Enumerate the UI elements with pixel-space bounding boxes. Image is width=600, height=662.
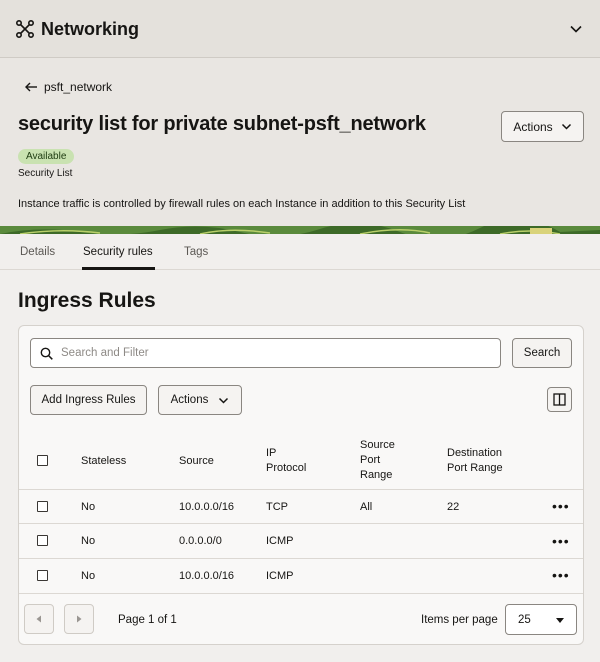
resource-type-label: Security List [18,168,73,179]
status-badge: Available [18,149,75,164]
network-icon [16,20,34,38]
search-button[interactable]: Search [512,338,572,368]
service-header: Networking [0,0,600,58]
search-icon [40,347,53,360]
cell-stateless: No [81,570,96,582]
breadcrumb-back-link[interactable]: psft_network [24,80,112,94]
header-line: Source [360,439,395,451]
table-actions-button[interactable]: Actions [158,385,242,415]
row-checkbox[interactable] [37,570,48,581]
info-note: Instance traffic is controlled by firewa… [18,198,466,210]
row-divider [19,523,583,524]
next-page-button[interactable] [64,604,94,634]
column-header-ip-protocol[interactable]: IP Protocol [266,446,306,476]
add-ingress-rules-button[interactable]: Add Ingress Rules [30,385,147,415]
cell-dest-port: 22 [447,501,460,513]
row-menu-icon[interactable]: ••• [552,568,569,582]
header-line: Range [360,469,393,481]
header-actions-label: Actions [513,119,553,134]
active-tab-indicator [82,267,155,270]
header-line: Protocol [266,462,307,474]
chevron-down-icon[interactable] [569,22,583,36]
decorative-leaf-banner [0,226,600,234]
row-checkbox[interactable] [37,535,48,546]
cell-stateless: No [81,501,96,513]
header-line: Port [360,454,381,466]
header-actions-button[interactable]: Actions [501,111,584,142]
tab-security-rules[interactable]: Security rules [83,246,153,258]
chevron-right-icon [77,615,82,623]
items-per-page-label: Items per page [421,614,498,626]
cell-source: 10.0.0.0/16 [179,570,235,582]
items-per-page-select[interactable]: 25 [505,604,577,635]
columns-icon [553,393,566,406]
column-header-destination-port-range[interactable]: Destination Port Range [447,446,503,476]
chevron-left-icon [36,615,41,623]
row-menu-icon[interactable]: ••• [552,534,569,548]
cell-protocol: TCP [266,501,288,513]
arrow-left-icon [25,82,37,92]
header-line: Port Range [447,462,503,474]
cell-source: 10.0.0.0/16 [179,501,235,513]
search-input[interactable] [61,343,491,363]
items-per-page-value: 25 [518,614,531,626]
select-all-checkbox[interactable] [37,455,48,466]
tab-details[interactable]: Details [20,246,55,258]
search-field[interactable] [30,338,501,368]
caret-down-icon [556,618,564,623]
row-divider [19,489,583,490]
page-title: security list for private subnet-psft_ne… [18,113,426,135]
service-title: Networking [41,19,140,39]
resource-header: psft_network security list for private s… [0,58,600,234]
cell-stateless: No [81,535,96,547]
page-indicator: Page 1 of 1 [118,614,177,626]
column-header-stateless[interactable]: Stateless [81,454,126,469]
ingress-rules-table-card [18,325,584,645]
header-line: Destination [447,447,503,459]
previous-page-button[interactable] [24,604,54,634]
tab-bar: Details Security rules Tags [0,234,600,270]
header-line: IP [266,447,277,459]
column-header-source[interactable]: Source [179,454,214,469]
breadcrumb-label: psft_network [44,80,113,94]
table-actions-label: Actions [170,394,209,406]
row-divider [19,558,583,559]
cell-protocol: ICMP [266,570,294,582]
column-settings-button[interactable] [547,387,572,412]
cell-source-port: All [360,501,373,513]
row-checkbox[interactable] [37,501,48,512]
chevron-down-icon [561,123,571,130]
chevron-down-icon [219,397,229,404]
cell-source: 0.0.0.0/0 [179,535,222,547]
section-title: Ingress Rules [18,289,156,312]
tab-tags[interactable]: Tags [184,246,208,258]
cell-protocol: ICMP [266,535,294,547]
row-divider [19,593,583,594]
column-header-source-port-range[interactable]: Source Port Range [360,438,395,483]
row-menu-icon[interactable]: ••• [552,499,569,513]
